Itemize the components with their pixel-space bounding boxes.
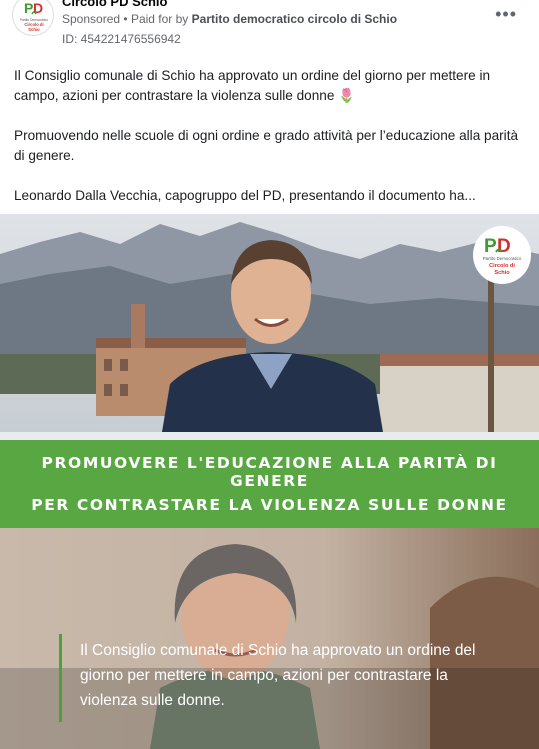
page-avatar[interactable]: P D Partito Democratico Circolo di Schio [12, 0, 54, 36]
more-options-button[interactable]: ••• [495, 5, 517, 23]
quote-accent-bar [59, 634, 62, 722]
logo-line2: Circolo di [489, 263, 515, 269]
ad-header: P D Partito Democratico Circolo di Schio… [0, 0, 539, 56]
page-name[interactable]: Circolo PD Schio [62, 0, 167, 9]
separator-dot: • [123, 12, 131, 26]
body-paragraph-1: Il Consiglio comunale di Schio ha approv… [14, 68, 491, 103]
paid-for-name[interactable]: Partito democratico circolo di Schio [192, 12, 397, 26]
logo-line1: Partito Democratico [483, 256, 522, 261]
creative-quote: Il Consiglio comunale di Schio ha approv… [80, 642, 476, 709]
pd-logo-badge-icon: P D Partito Democratico Circolo di Schio [483, 236, 522, 276]
svg-text:D: D [33, 0, 43, 16]
sponsored-line: Sponsored • Paid for by Partito democrat… [62, 12, 397, 26]
sponsored-label: Sponsored [62, 12, 121, 26]
scene-man-photo [0, 214, 539, 444]
paid-for-prefix: Paid for by [130, 12, 189, 26]
svg-text:D: D [497, 236, 511, 257]
ad-body-text: Il Consiglio comunale di Schio ha approv… [14, 66, 526, 226]
pd-logo-icon: P D Partito Democratico Circolo di Schio [20, 0, 48, 32]
ad-creative-image[interactable]: P D Partito Democratico Circolo di Schio… [0, 214, 539, 749]
avatar-logo-line3: Schio [28, 27, 40, 32]
more-horizontal-icon: ••• [495, 4, 517, 24]
ad-id: ID: 454221476556942 [62, 32, 181, 46]
creative-pd-logo: P D Partito Democratico Circolo di Schio [473, 226, 531, 284]
logo-line3: Schio [494, 270, 510, 276]
banner-line-2: PER CONTRASTARE LA VIOLENZA SULLE DONNE [31, 496, 508, 514]
body-paragraph-2: Promuovendo nelle scuole di ogni ordine … [14, 128, 519, 163]
svg-text:P: P [484, 236, 497, 257]
banner-line-1: PROMUOVERE L'EDUCAZIONE ALLA PARITÀ DI G… [41, 454, 498, 490]
body-paragraph-3[interactable]: Leonardo Dalla Vecchia, capogruppo del P… [14, 186, 526, 206]
